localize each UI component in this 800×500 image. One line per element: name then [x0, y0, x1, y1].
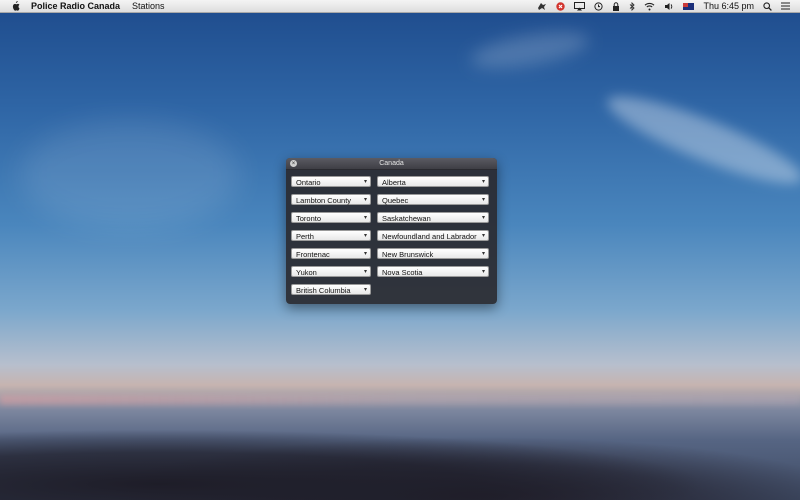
close-window-icon[interactable]: ×: [290, 160, 297, 167]
menu-stations[interactable]: Stations: [132, 1, 165, 11]
select-label: Yukon: [296, 268, 317, 277]
close-circle-icon[interactable]: [556, 1, 566, 11]
select-toronto[interactable]: Toronto ▾: [291, 212, 371, 223]
dropdown-arrow-icon: ▾: [363, 197, 367, 203]
select-yukon[interactable]: Yukon ▾: [291, 266, 371, 277]
select-label: Frontenac: [296, 250, 330, 259]
window-title: Canada: [379, 160, 404, 167]
wallpaper-cloud: [600, 82, 800, 198]
wallpaper-cloud: [20, 120, 240, 230]
select-saskatchewan[interactable]: Saskatchewan ▾: [377, 212, 489, 223]
airplay-icon[interactable]: [574, 1, 586, 11]
select-newfoundland-and-labrador[interactable]: Newfoundland and Labrador ▾: [377, 230, 489, 241]
menubar-status-area: Thu 6:45 pm: [537, 0, 790, 12]
select-label: Toronto: [296, 214, 322, 223]
list-icon[interactable]: [781, 1, 790, 11]
select-frontenac[interactable]: Frontenac ▾: [291, 248, 371, 259]
bird-icon[interactable]: [537, 1, 547, 11]
volume-icon[interactable]: [664, 1, 674, 11]
dropdown-arrow-icon: ▾: [363, 179, 367, 185]
dropdown-arrow-icon: ▾: [363, 269, 367, 275]
select-quebec[interactable]: Quebec ▾: [377, 194, 489, 205]
dropdown-arrow-icon: ▾: [363, 287, 367, 293]
bluetooth-icon[interactable]: [629, 1, 636, 11]
select-new-brunswick[interactable]: New Brunswick ▾: [377, 248, 489, 259]
wifi-icon[interactable]: [644, 1, 655, 11]
dropdown-arrow-icon: ▾: [363, 233, 367, 239]
select-label: Perth: [296, 232, 314, 241]
wallpaper-cloud: [468, 24, 592, 76]
time-machine-icon[interactable]: [594, 1, 604, 11]
select-alberta[interactable]: Alberta ▾: [377, 176, 489, 187]
menu-bar: Police Radio Canada Stations Thu 6:45 pm: [0, 0, 800, 13]
select-lambton-county[interactable]: Lambton County ▾: [291, 194, 371, 205]
canada-window: × Canada Ontario ▾ Lambton County ▾ Toront…: [286, 158, 497, 304]
lock-icon[interactable]: [612, 1, 620, 11]
select-label: British Columbia: [296, 286, 351, 295]
window-titlebar[interactable]: × Canada: [286, 158, 497, 170]
dropdown-arrow-icon: ▾: [363, 251, 367, 257]
search-icon[interactable]: [763, 1, 772, 11]
select-label: Lambton County: [296, 196, 352, 205]
select-nova-scotia[interactable]: Nova Scotia ▾: [377, 266, 489, 277]
select-label: Newfoundland and Labrador: [382, 232, 477, 241]
dropdown-arrow-icon: ▾: [481, 215, 485, 221]
app-name-menu[interactable]: Police Radio Canada: [31, 1, 120, 11]
apple-icon[interactable]: [10, 1, 20, 11]
dropdown-arrow-icon: ▾: [481, 269, 485, 275]
select-label: New Brunswick: [382, 250, 434, 259]
select-label: Ontario: [296, 178, 321, 187]
select-british-columbia[interactable]: British Columbia ▾: [291, 284, 371, 295]
select-ontario[interactable]: Ontario ▾: [291, 176, 371, 187]
wallpaper-horizon: [0, 395, 800, 405]
dropdown-arrow-icon: ▾: [481, 197, 485, 203]
select-perth[interactable]: Perth ▾: [291, 230, 371, 241]
dropdown-arrow-icon: ▾: [481, 179, 485, 185]
clock[interactable]: Thu 6:45 pm: [703, 1, 754, 11]
wallpaper-rocks: [0, 420, 800, 500]
select-label: Alberta: [382, 178, 406, 187]
flag-icon[interactable]: [683, 1, 695, 11]
select-label: Nova Scotia: [382, 268, 423, 277]
dropdown-arrow-icon: ▾: [363, 215, 367, 221]
select-label: Quebec: [382, 196, 409, 205]
dropdown-arrow-icon: ▾: [481, 233, 485, 239]
dropdown-arrow-icon: ▾: [481, 251, 485, 257]
select-label: Saskatchewan: [382, 214, 431, 223]
